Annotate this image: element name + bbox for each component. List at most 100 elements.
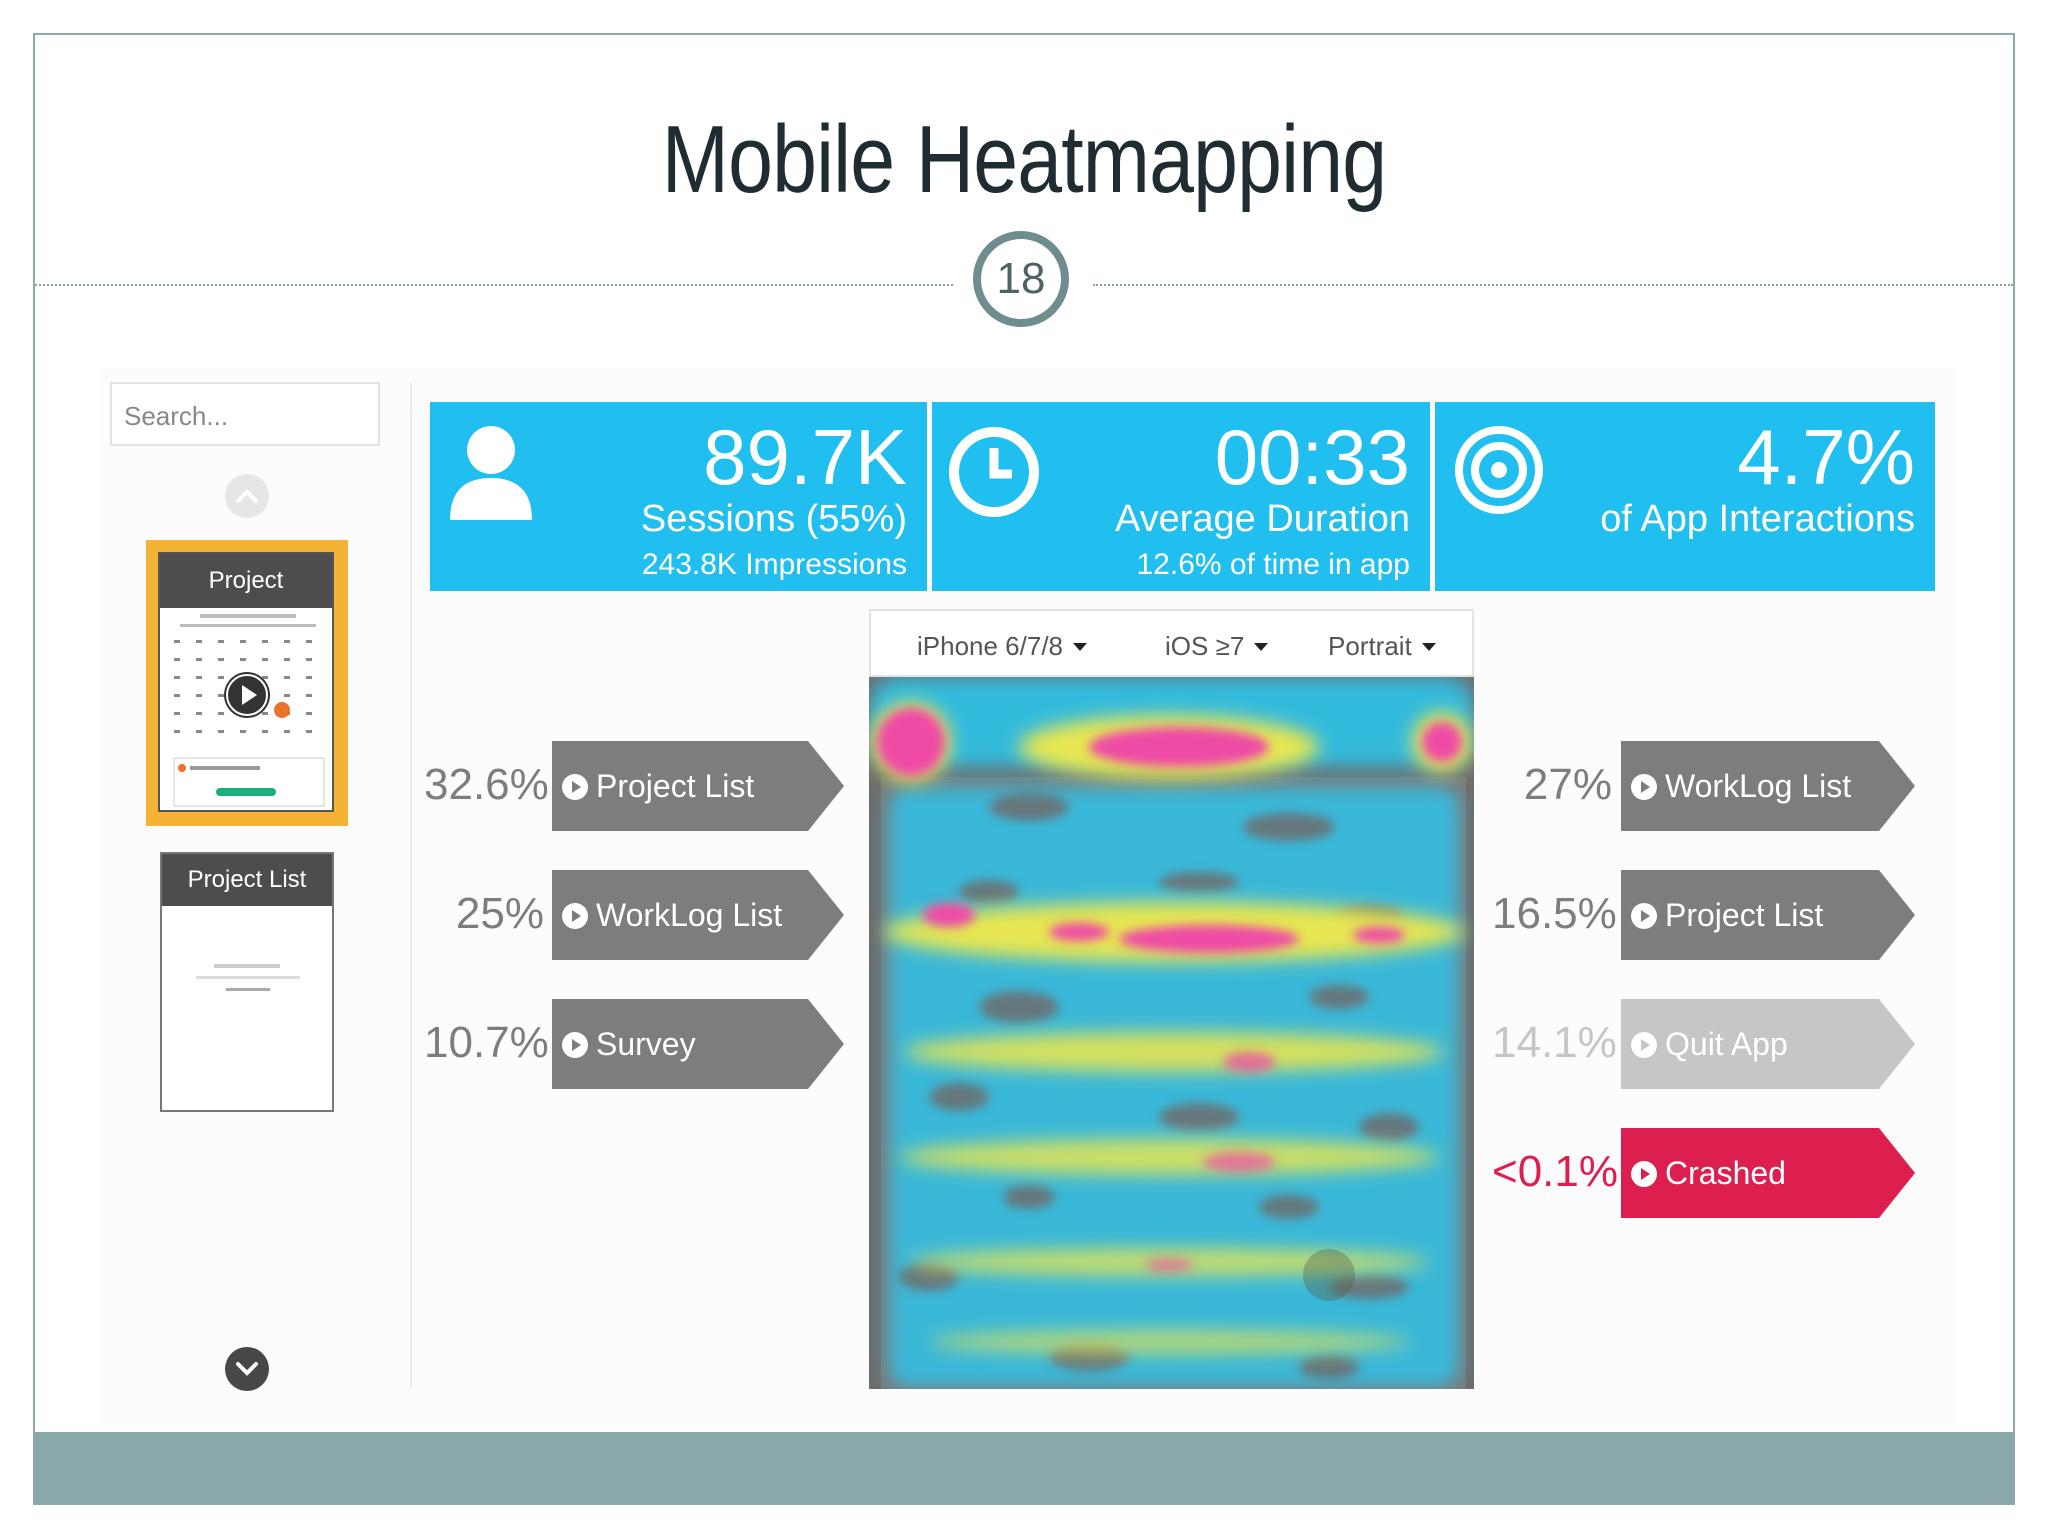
incoming-flow-pct: 32.6% xyxy=(424,760,549,809)
divider-right xyxy=(1093,284,2013,286)
device-model-dropdown[interactable]: iPhone 6/7/8 xyxy=(917,631,1088,662)
caret-down-icon xyxy=(1254,643,1269,651)
calendar-day-mark xyxy=(174,676,180,679)
device-filter-bar: iPhone 6/7/8 iOS ≥7 Portrait xyxy=(869,609,1474,677)
screen-thumb-label: Project xyxy=(160,554,332,608)
stat-card-interactions: 4.7% of App Interactions xyxy=(1435,402,1935,591)
calendar-day-mark xyxy=(196,658,202,661)
calendar-day-mark xyxy=(196,730,202,733)
incoming-flow-pct: 25% xyxy=(455,889,544,938)
flow-label: Project List xyxy=(1665,897,1824,933)
stat-label: of App Interactions xyxy=(1600,498,1915,540)
calendar-day-mark xyxy=(284,658,290,661)
stat-value: 00:33 xyxy=(1214,413,1410,501)
flow-label: WorkLog List xyxy=(1665,768,1852,804)
stat-sub: 12.6% of time in app xyxy=(1136,548,1410,581)
calendar-day-mark xyxy=(218,640,224,643)
user-icon xyxy=(450,426,532,520)
play-circle-icon xyxy=(562,774,588,800)
outgoing-flow-pct: 16.5% xyxy=(1492,889,1617,938)
calendar-day-mark xyxy=(174,694,180,697)
dropdown-label: iPhone 6/7/8 xyxy=(917,631,1064,661)
caret-down-icon xyxy=(1421,643,1436,651)
play-circle-icon xyxy=(1631,774,1657,800)
calendar-day-mark xyxy=(218,658,224,661)
incoming-flow-worklog-list[interactable]: WorkLog List xyxy=(552,870,844,960)
flow-label: Quit App xyxy=(1665,1026,1788,1062)
dropdown-label: Portrait xyxy=(1328,631,1412,661)
divider-left xyxy=(35,284,953,286)
outgoing-flow-pct: 14.1% xyxy=(1492,1018,1617,1067)
calendar-day-mark xyxy=(174,640,180,643)
incoming-flow-pct: 10.7% xyxy=(424,1018,549,1067)
orientation-dropdown[interactable]: Portrait xyxy=(1328,631,1436,662)
chevron-down-icon xyxy=(236,1362,258,1376)
slide-title: Mobile Heatmapping xyxy=(661,106,1387,213)
slide-number: 18 xyxy=(973,231,1069,327)
dropdown-label: iOS ≥7 xyxy=(1165,631,1245,661)
stat-sub: 243.8K Impressions xyxy=(641,548,907,581)
calendar-day-mark xyxy=(306,640,312,643)
calendar-day-mark xyxy=(306,658,312,661)
calendar-day-mark xyxy=(174,712,180,715)
calendar-day-mark xyxy=(262,640,268,643)
stat-card-sessions: 89.7K Sessions (55%) 243.8K Impressions xyxy=(430,402,927,591)
touch-heatmap xyxy=(869,677,1474,1389)
target-icon xyxy=(1455,426,1543,514)
play-circle-icon xyxy=(562,903,588,929)
calendar-day-mark xyxy=(196,640,202,643)
calendar-day-mark xyxy=(284,730,290,733)
calendar-day-mark xyxy=(196,712,202,715)
play-circle-icon xyxy=(1631,1032,1657,1058)
calendar-day-mark xyxy=(284,676,290,679)
scroll-down-button[interactable] xyxy=(225,1347,269,1391)
play-circle-icon xyxy=(1631,903,1657,929)
flow-label: Project List xyxy=(596,768,755,804)
scroll-up-button[interactable] xyxy=(225,474,269,518)
caret-down-icon xyxy=(1073,643,1088,651)
flow-label: Crashed xyxy=(1665,1155,1786,1191)
footer-bar xyxy=(33,1432,2015,1505)
outgoing-flow-pct: <0.1% xyxy=(1492,1147,1618,1196)
outgoing-flow-quit-app[interactable]: Quit App xyxy=(1621,999,1915,1089)
outgoing-flow-worklog-list[interactable]: WorkLog List xyxy=(1621,741,1915,831)
stat-value: 4.7% xyxy=(1737,413,1915,501)
play-circle-icon xyxy=(1631,1161,1657,1187)
calendar-day-mark xyxy=(174,658,180,661)
stat-label: Average Duration xyxy=(1114,498,1410,540)
incoming-flow-project-list[interactable]: Project List xyxy=(552,741,844,831)
chevron-up-icon xyxy=(236,489,258,503)
calendar-day-mark xyxy=(284,640,290,643)
calendar-day-mark xyxy=(262,730,268,733)
calendar-day-mark xyxy=(240,730,246,733)
search-input[interactable]: Search... xyxy=(110,382,380,446)
clock-icon xyxy=(949,427,1039,517)
sidebar-divider xyxy=(410,382,412,1388)
calendar-day-mark xyxy=(306,712,312,715)
screen-thumb-project[interactable]: Project xyxy=(158,552,334,812)
calendar-day-mark xyxy=(306,676,312,679)
empty-list-preview xyxy=(196,964,300,991)
stat-card-duration: 00:33 Average Duration 12.6% of time in … xyxy=(932,402,1430,591)
screen-thumb-label: Project List xyxy=(162,854,332,906)
outgoing-flow-crashed[interactable]: Crashed xyxy=(1621,1128,1915,1218)
screen-thumb-project-list[interactable]: Project List xyxy=(160,852,334,1112)
calendar-day-mark xyxy=(240,640,246,643)
calendar-day-mark xyxy=(196,694,202,697)
calendar-day-mark xyxy=(306,730,312,733)
os-version-dropdown[interactable]: iOS ≥7 xyxy=(1165,631,1269,662)
flow-label: WorkLog List xyxy=(596,897,783,933)
play-screen-button[interactable] xyxy=(224,672,270,718)
calendar-day-mark xyxy=(196,676,202,679)
calendar-day-mark xyxy=(174,730,180,733)
play-icon xyxy=(226,674,268,716)
calendar-day-mark xyxy=(218,730,224,733)
calendar-day-mark xyxy=(262,658,268,661)
incoming-flow-survey[interactable]: Survey xyxy=(552,999,844,1089)
outgoing-flow-pct: 27% xyxy=(1523,760,1612,809)
stat-value: 89.7K xyxy=(703,413,907,501)
outgoing-flow-project-list[interactable]: Project List xyxy=(1621,870,1915,960)
calendar-day-mark xyxy=(240,658,246,661)
calendar-day-mark xyxy=(284,694,290,697)
flow-label: Survey xyxy=(596,1026,696,1062)
